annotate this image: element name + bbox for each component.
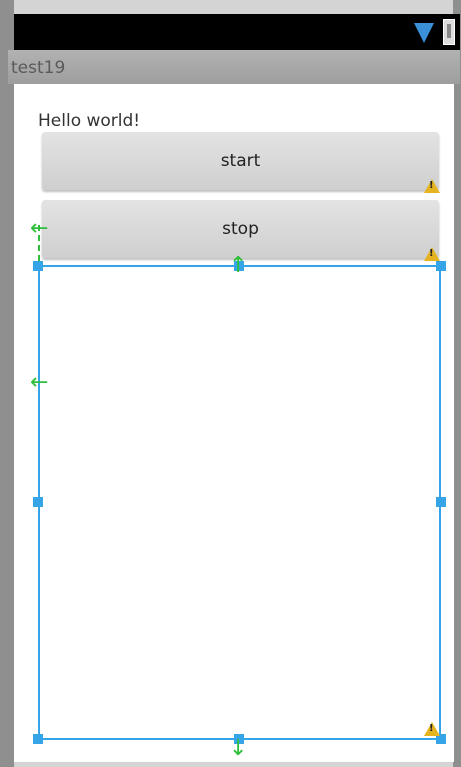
hello-text: Hello world!: [38, 111, 141, 131]
anchor-left-arrow-icon: ←: [30, 370, 49, 395]
start-button-label: start: [220, 151, 261, 171]
device-frame-left: [0, 0, 14, 767]
device-frame-right: [453, 0, 461, 767]
anchor-left-arrow-icon: ←: [30, 216, 49, 241]
warning-icon: [424, 722, 440, 736]
resize-handle-right[interactable]: [436, 497, 446, 507]
warning-icon: [424, 179, 440, 193]
wifi-icon: [414, 23, 434, 43]
resize-handle-top-right[interactable]: [436, 261, 446, 271]
resize-handle-bottom-left[interactable]: [33, 734, 43, 744]
anchor-down-arrow-icon: ↓: [229, 736, 248, 761]
stop-button[interactable]: stop: [42, 200, 439, 258]
start-button[interactable]: start: [42, 132, 439, 190]
resize-handle-top-left[interactable]: [33, 261, 43, 271]
app-title: test19: [11, 58, 66, 78]
warning-icon: [424, 247, 440, 261]
status-bar: [14, 14, 460, 50]
selected-view-bounds[interactable]: [38, 265, 441, 740]
title-bar: test19: [8, 50, 460, 84]
battery-icon: [443, 19, 455, 45]
anchor-up-arrow-icon: ↑: [229, 253, 248, 278]
resize-handle-left[interactable]: [33, 497, 43, 507]
stop-button-label: stop: [222, 219, 259, 239]
